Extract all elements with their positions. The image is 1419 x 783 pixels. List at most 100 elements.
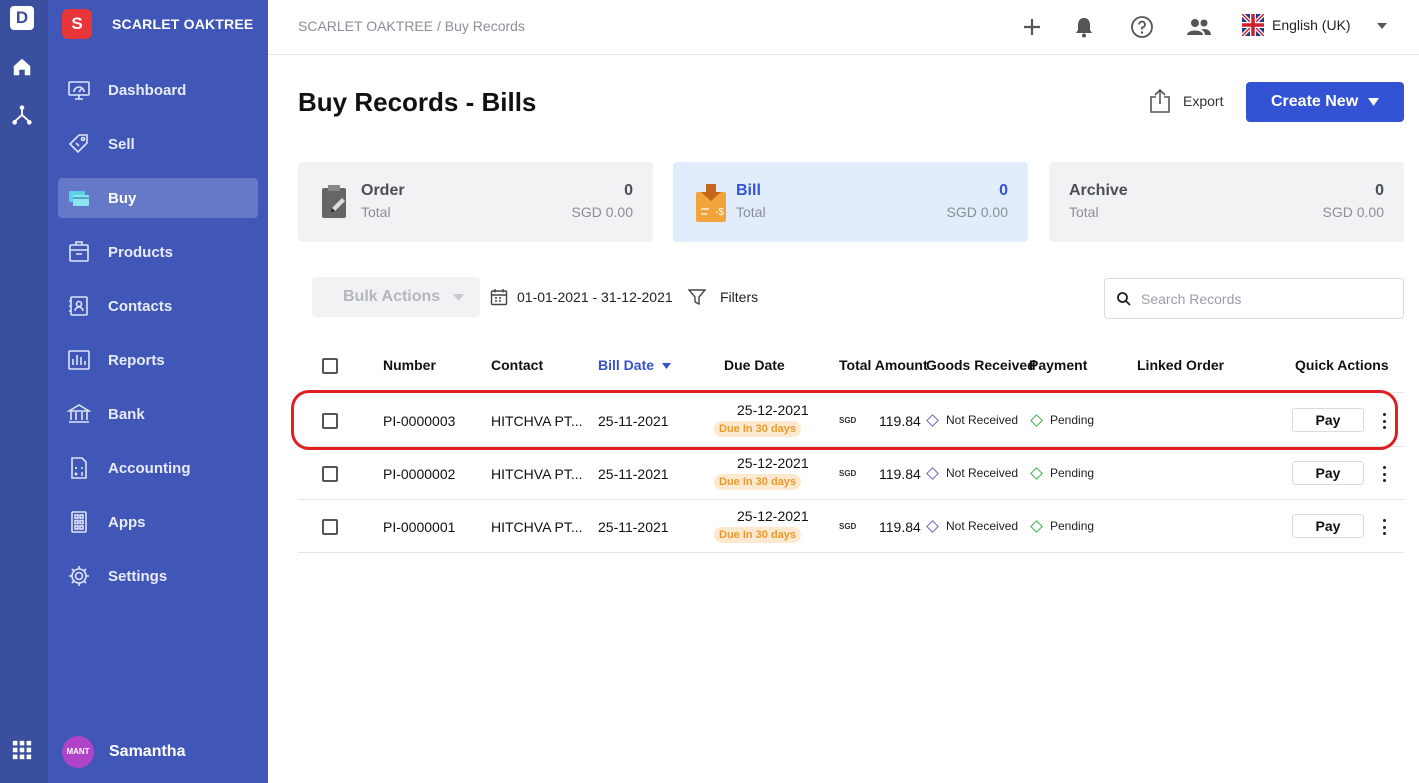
total-amount: 119.84 — [879, 466, 921, 482]
goods-status-label: Not Received — [946, 519, 1019, 533]
date-range-text: 01-01-2021 - 31-12-2021 — [517, 289, 673, 305]
bulk-actions-dropdown[interactable]: Bulk Actions — [312, 277, 480, 317]
column-header-number[interactable]: Number — [383, 357, 436, 373]
sidebar-item-label: Dashboard — [108, 81, 187, 99]
more-options-icon[interactable] — [1381, 519, 1387, 535]
column-header-label: Bill Date — [598, 357, 655, 373]
app-grid-icon[interactable] — [10, 738, 34, 762]
order-icon — [320, 184, 350, 220]
column-header-linked-order[interactable]: Linked Order — [1137, 357, 1224, 373]
bill-number[interactable]: PI-0000001 — [383, 519, 455, 535]
due-date: 25-12-2021 — [737, 508, 809, 524]
sidebar-item-apps[interactable]: Apps — [58, 502, 258, 542]
card-order[interactable]: Order Total 0 SGD 0.00 — [298, 162, 653, 242]
user-profile[interactable]: MANT Samantha — [62, 736, 185, 768]
sidebar-item-label: Accounting — [108, 459, 191, 477]
language-selector[interactable]: English (UK) — [1242, 14, 1387, 36]
language-label: English (UK) — [1272, 17, 1351, 33]
reports-icon — [66, 347, 92, 373]
payment-status: Pending — [1030, 519, 1094, 533]
due-date: 25-12-2021 — [737, 455, 809, 471]
filters-button[interactable]: Filters — [688, 288, 758, 306]
sidebar-item-label: Reports — [108, 351, 165, 369]
goods-status-label: Not Received — [946, 466, 1019, 480]
chevron-down-icon — [1377, 23, 1387, 29]
card-title: Archive — [1069, 182, 1128, 199]
org-switcher[interactable]: S SCARLET OAKTREE — [62, 9, 253, 39]
home-icon[interactable] — [10, 55, 34, 79]
card-archive[interactable]: Archive Total 0 SGD 0.00 — [1049, 162, 1404, 242]
column-header-total-amount[interactable]: Total Amount — [839, 357, 928, 373]
sidebar-item-label: Apps — [108, 513, 146, 531]
search-box[interactable] — [1104, 278, 1404, 319]
column-header-payment[interactable]: Payment — [1029, 357, 1087, 373]
create-new-button[interactable]: Create New — [1246, 82, 1404, 122]
sidebar-item-accounting[interactable]: Accounting — [58, 448, 258, 488]
apps-icon — [66, 509, 92, 535]
sidebar-item-bank[interactable]: Bank — [58, 394, 258, 434]
pay-button[interactable]: Pay — [1292, 514, 1364, 538]
page-title: Buy Records - Bills — [298, 87, 537, 117]
export-button[interactable]: Export — [1149, 88, 1223, 114]
card-count: 0 — [999, 182, 1008, 199]
app-rail: D — [0, 0, 48, 783]
row-checkbox[interactable] — [322, 466, 338, 482]
date-range-picker[interactable]: 01-01-2021 - 31-12-2021 — [490, 288, 673, 306]
bill-number[interactable]: PI-0000002 — [383, 466, 455, 482]
card-bill[interactable]: -$ Bill Total 0 SGD 0.00 — [673, 162, 1028, 242]
bulk-actions-label: Bulk Actions — [343, 288, 441, 305]
caret-down-icon — [453, 294, 464, 301]
calendar-icon — [490, 289, 508, 306]
gear-icon — [66, 563, 92, 589]
due-badge: Due In 30 days — [714, 527, 802, 543]
search-icon — [1117, 292, 1131, 306]
sidebar-item-reports[interactable]: Reports — [58, 340, 258, 380]
goods-status: Not Received — [926, 519, 1019, 533]
diamond-icon — [926, 466, 939, 480]
column-header-goods-received[interactable]: Goods Received — [926, 357, 1036, 373]
sidebar-item-products[interactable]: Products — [58, 232, 258, 272]
sell-icon — [66, 131, 92, 157]
card-subtitle: Total — [736, 204, 766, 220]
help-icon[interactable] — [1129, 14, 1155, 40]
currency-code: SGD — [839, 469, 857, 478]
diamond-icon — [926, 519, 939, 533]
sidebar-item-sell[interactable]: Sell — [58, 124, 258, 164]
card-subtitle: Total — [361, 204, 391, 220]
org-name: SCARLET OAKTREE — [112, 16, 254, 32]
pay-button[interactable]: Pay — [1292, 461, 1364, 485]
bell-icon[interactable] — [1071, 14, 1097, 40]
sidebar-item-dashboard[interactable]: Dashboard — [58, 70, 258, 110]
contact-name: HITCHVA PT... — [491, 466, 583, 482]
column-header-quick-actions: Quick Actions — [1295, 357, 1389, 373]
bank-icon — [66, 401, 92, 427]
goods-status: Not Received — [926, 466, 1019, 480]
sidebar-item-label: Buy — [108, 189, 137, 207]
team-icon[interactable] — [1186, 14, 1212, 40]
sidebar-item-contacts[interactable]: Contacts — [58, 286, 258, 326]
sidebar-item-settings[interactable]: Settings — [58, 556, 258, 596]
bill-date: 25-11-2021 — [598, 519, 669, 535]
payment-status-label: Pending — [1050, 466, 1095, 480]
column-header-contact[interactable]: Contact — [491, 357, 543, 373]
table-row[interactable]: PI-0000002 HITCHVA PT... 25-11-2021 25-1… — [298, 447, 1404, 500]
app-logo[interactable]: D — [10, 6, 34, 30]
bill-date: 25-11-2021 — [598, 466, 669, 482]
breadcrumb[interactable]: SCARLET OAKTREE / Buy Records — [298, 18, 525, 34]
total-amount: 119.84 — [879, 519, 921, 535]
search-input[interactable] — [1141, 289, 1391, 309]
row-checkbox[interactable] — [322, 519, 338, 535]
column-header-bill-date[interactable]: Bill Date — [598, 357, 671, 373]
export-label: Export — [1183, 93, 1224, 109]
sidebar-item-buy[interactable]: Buy — [58, 178, 258, 218]
table-row[interactable]: PI-0000001 HITCHVA PT... 25-11-2021 25-1… — [298, 500, 1404, 553]
export-icon — [1150, 88, 1170, 113]
select-all-checkbox[interactable] — [322, 358, 338, 374]
plus-icon[interactable] — [1019, 14, 1045, 40]
caret-down-icon — [1368, 98, 1379, 106]
sidebar: S SCARLET OAKTREE Dashboard Sell Buy Pro… — [48, 0, 268, 783]
column-header-due-date[interactable]: Due Date — [724, 357, 785, 373]
card-subtitle: Total — [1069, 204, 1099, 220]
network-icon[interactable] — [10, 103, 34, 127]
more-options-icon[interactable] — [1381, 466, 1387, 482]
